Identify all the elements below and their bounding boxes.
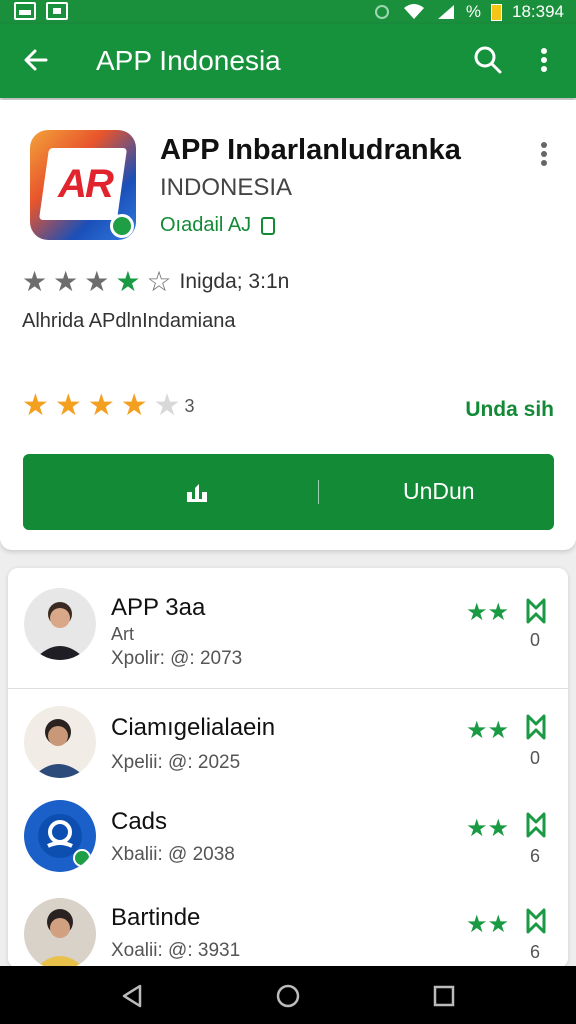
list-item[interactable]: Cads Xbalii: @ 2038 ★★ 6: [8, 800, 568, 900]
wifi-icon: [403, 4, 424, 19]
page-title: APP Indonesia: [96, 45, 281, 76]
logo-text: AR: [58, 162, 114, 206]
star-icon: ★: [120, 389, 148, 422]
back-arrow-icon[interactable]: [20, 44, 52, 76]
nav-back-icon[interactable]: [118, 982, 146, 1010]
rating-stars-row[interactable]: ★ ★ ★ ★ ★ 3: [22, 389, 195, 422]
star-outline-icon: ☆: [146, 266, 172, 297]
item-stars: ★★: [466, 815, 510, 842]
related-apps-list: APP 3aa Art Xpolir: @: 2073 ★★ 0 Ciamıge…: [8, 568, 568, 968]
image-notification-icon: [14, 2, 36, 20]
item-stars: ★★: [466, 911, 510, 938]
developer-badge-icon: [260, 216, 275, 235]
star-icon: ★: [115, 266, 141, 297]
app-logo: AR: [30, 130, 136, 240]
avatar: [24, 800, 96, 872]
star-icon: ★: [84, 266, 110, 297]
bookmark-icon[interactable]: [522, 906, 550, 934]
app-detail-card: AR APP Inbarlanludranka INDONESIA Oıadai…: [0, 100, 576, 550]
list-divider: [8, 688, 568, 689]
side-link[interactable]: Unda sih: [465, 398, 554, 422]
sync-icon: [374, 5, 389, 19]
app-subtitle: INDONESIA: [160, 174, 293, 201]
status-bar: % 18:394: [0, 0, 576, 24]
rating-count: 3: [184, 395, 195, 416]
item-count: 0: [530, 630, 541, 650]
item-name: Bartinde: [111, 904, 201, 931]
bookmark-icon[interactable]: [522, 596, 550, 624]
app-description: Alhrida APdlnIndamiana: [22, 310, 236, 332]
item-count: 0: [530, 748, 541, 768]
item-stars: ★★: [466, 717, 510, 744]
item-meta: Xpolir: @: 2073: [111, 648, 243, 669]
star-icon: ★: [22, 389, 49, 422]
signal-icon: [437, 5, 454, 19]
item-meta: Xbalii: @ 2038: [111, 844, 235, 865]
item-name: Cads: [111, 808, 168, 835]
item-name: APP 3aa: [111, 594, 206, 621]
avatar: [24, 588, 96, 660]
more-vert-icon[interactable]: [532, 44, 556, 76]
battery-percent: %: [465, 2, 481, 21]
app-bar: APP Indonesia: [0, 24, 576, 98]
rating-text: Inigda; 3:1n: [179, 270, 290, 293]
system-nav-bar: [0, 966, 576, 1024]
item-sub: Art: [111, 624, 135, 644]
list-item[interactable]: APP 3aa Art Xpolir: @: 2073 ★★ 0: [8, 588, 568, 688]
star-icon: ★: [53, 266, 79, 297]
card-more-icon[interactable]: [532, 140, 556, 168]
list-item[interactable]: Bartinde Xoalii: @: 3931 ★★ 6: [8, 898, 568, 968]
app-notification-icon: [46, 2, 68, 20]
item-count: 6: [530, 846, 541, 866]
button-divider: [318, 480, 319, 504]
star-icon: ★: [153, 389, 181, 422]
item-meta: Xpelii: @: 2025: [111, 752, 241, 773]
download-icon: [187, 484, 207, 502]
item-stars: ★★: [466, 599, 510, 626]
download-label: UnDun: [403, 478, 475, 504]
bookmark-icon[interactable]: [522, 810, 550, 838]
star-icon: ★: [87, 389, 115, 422]
bookmark-icon[interactable]: [522, 712, 550, 740]
verified-badge-icon: [110, 214, 134, 238]
status-time: 18:394: [512, 2, 564, 21]
search-icon[interactable]: [472, 44, 504, 76]
list-item[interactable]: Ciamıgelialaein Xpelii: @: 2025 ★★ 0: [8, 706, 568, 806]
item-meta: Xoalii: @: 3931: [111, 940, 241, 961]
app-name: APP Inbarlanludranka: [160, 134, 461, 166]
item-count: 6: [530, 942, 541, 962]
star-icon: ★: [22, 266, 48, 297]
item-name: Ciamıgelialaein: [111, 714, 276, 741]
avatar: [24, 706, 96, 778]
avatar: [24, 898, 96, 968]
nav-recent-icon[interactable]: [430, 982, 458, 1010]
nav-home-icon[interactable]: [274, 982, 302, 1010]
star-icon: ★: [54, 389, 82, 422]
battery-icon: [491, 3, 502, 21]
app-developer-link[interactable]: Oıadail AJ: [160, 214, 275, 237]
developer-name: Oıadail AJ: [160, 214, 252, 236]
download-button[interactable]: UnDun: [23, 454, 554, 530]
user-rating-row: ★ ★ ★ ★ ☆ Inigda; 3:1n: [22, 268, 289, 296]
